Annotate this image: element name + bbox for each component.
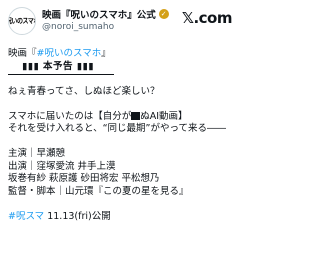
trailer-label: ▮▮▮ 本予告 ▮▮▮ xyxy=(22,60,94,72)
hashtag-link[interactable]: #呪スマ xyxy=(8,211,44,222)
avatar-logo-text: 呪いのスマホ xyxy=(9,17,35,25)
credit-line: 出演｜窪塚愛流 井手上漠 xyxy=(8,160,116,172)
title-prefix: 映画『 xyxy=(8,48,37,59)
post-card: 呪いのスマホ 映画『呪いのスマホ』公式 ✓ @noroi_sumaho 𝕏.co… xyxy=(0,0,240,273)
redaction-block xyxy=(131,111,141,120)
post-title-line: 映画『#呪いのスマホ』 xyxy=(8,48,232,61)
x-logo-icon: 𝕏.com xyxy=(181,9,233,27)
display-name-row: 映画『呪いのスマホ』公式 ✓ xyxy=(42,7,182,21)
avatar[interactable]: 呪いのスマホ xyxy=(8,7,36,35)
divider xyxy=(8,74,114,75)
hashtag-link[interactable]: #呪いのスマホ xyxy=(37,48,102,59)
tagline: ねぇ青春ってさ、しぬほど楽しい？ xyxy=(8,85,160,97)
release-line: #呪スマ 11.13(fri)公開 xyxy=(8,211,232,224)
credit-line: 坂巻有紗 萩原護 砂田将宏 平松想乃 xyxy=(8,173,160,184)
credit-line: 監督・脚本｜山元環『この夏の星を見る』 xyxy=(8,185,189,197)
title-suffix: 』 xyxy=(101,48,111,59)
story-line-1: スマホに届いたのは【自分が ぬAI動画】 xyxy=(8,111,232,124)
post-header: 呪いのスマホ 映画『呪いのスマホ』公式 ✓ @noroi_sumaho 𝕏.co… xyxy=(8,7,233,41)
verified-badge-icon: ✓ xyxy=(158,9,169,19)
post-text: 映画『#呪いのスマホ』 ▮▮▮ 本予告 ▮▮▮ ねぇ青春ってさ、しぬほど楽しい？… xyxy=(8,48,232,223)
display-name[interactable]: 映画『呪いのスマホ』公式 xyxy=(42,7,156,21)
story-text-a: スマホに届いたのは【自分が xyxy=(8,110,132,122)
account-handle[interactable]: @noroi_sumaho xyxy=(42,21,182,34)
release-date: 11.13(fri)公開 xyxy=(44,210,111,222)
credit-line: 主演｜早瀬憩 xyxy=(8,148,66,159)
story-line-2: それを受け入れると、“同じ最期”がやって来る―― xyxy=(8,123,226,134)
trailer-line: ▮▮▮ 本予告 ▮▮▮ xyxy=(8,60,232,75)
account-names: 映画『呪いのスマホ』公式 ✓ @noroi_sumaho xyxy=(42,7,182,34)
story-text-b: ぬAI動画】 xyxy=(140,110,188,122)
